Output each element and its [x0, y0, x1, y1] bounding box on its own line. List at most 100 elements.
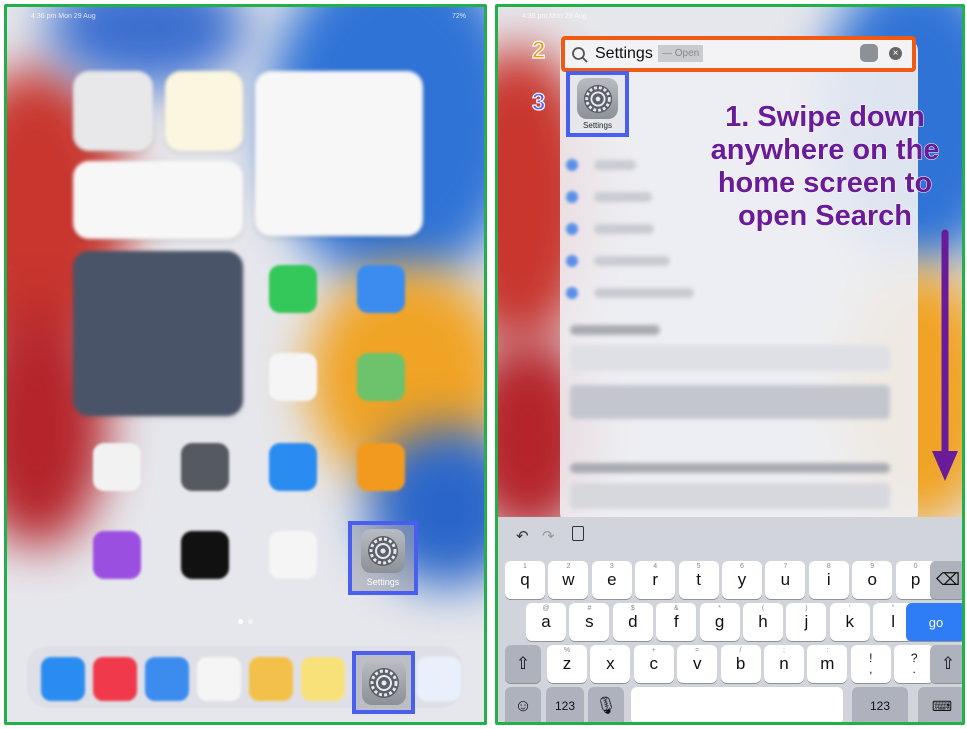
- suggested-websites-header: [570, 463, 890, 473]
- app-library-icon[interactable]: [417, 657, 461, 701]
- notes-app-icon[interactable]: [301, 657, 345, 701]
- status-time: 4:36 pm Mon 29 Aug: [522, 13, 587, 20]
- numbers-key-left[interactable]: 123: [546, 687, 584, 722]
- key-secondary-label: :: [826, 647, 829, 654]
- search-suggestion: — Open: [658, 45, 704, 62]
- key-label: h: [758, 612, 768, 631]
- clear-search-icon[interactable]: ×: [889, 47, 902, 60]
- suggestion-row[interactable]: [594, 288, 694, 298]
- key-2-5[interactable]: * g: [699, 603, 740, 641]
- weather-widget[interactable]: [73, 251, 243, 416]
- key-2-3[interactable]: $ d: [612, 603, 653, 641]
- key-label: u: [780, 570, 791, 589]
- files-app-icon[interactable]: [357, 265, 405, 313]
- knowledge-result[interactable]: [570, 345, 890, 371]
- battery-indicator: 72%: [451, 13, 466, 20]
- key-secondary-label: @: [542, 605, 550, 612]
- go-key[interactable]: go: [906, 603, 962, 641]
- key-label: w: [562, 570, 575, 589]
- website-result[interactable]: [570, 483, 890, 509]
- camera-app-icon[interactable]: [181, 443, 229, 491]
- key-3-9[interactable]: ? .: [894, 645, 935, 683]
- key-3-3[interactable]: + c: [633, 645, 674, 683]
- gear-icon: [368, 536, 398, 566]
- key-1-1[interactable]: 1q: [505, 561, 545, 599]
- dictation-key[interactable]: 🎙︎: [588, 687, 624, 722]
- key-1-5[interactable]: 5t: [678, 561, 719, 599]
- suggestion-row[interactable]: [594, 256, 670, 266]
- calendar-widget[interactable]: [73, 161, 243, 239]
- app-store-icon[interactable]: [269, 443, 317, 491]
- key-3-1[interactable]: % z: [547, 645, 587, 683]
- music-app-icon[interactable]: [93, 657, 137, 701]
- key-3-7[interactable]: :m: [807, 645, 848, 683]
- key-1-7[interactable]: 7u: [765, 561, 806, 599]
- search-field[interactable]: Settings — Open ×: [561, 36, 916, 72]
- key-label: ? .: [910, 651, 918, 676]
- facetime-app-icon[interactable]: [269, 265, 317, 313]
- gear-icon: [369, 668, 399, 698]
- key-1-9[interactable]: 9o: [852, 561, 893, 599]
- shift-right-key[interactable]: ⇧: [930, 645, 962, 683]
- settings-app-icon[interactable]: [361, 529, 405, 573]
- key-1-2[interactable]: 2w: [548, 561, 589, 599]
- key-2-2[interactable]: # s: [569, 603, 610, 641]
- apple-tv-app-icon[interactable]: [181, 531, 229, 579]
- redo-icon[interactable]: ↷: [542, 527, 555, 545]
- suggestion-row[interactable]: [594, 192, 652, 202]
- key-2-4[interactable]: & f: [656, 603, 697, 641]
- photos-app-icon[interactable]: [249, 657, 293, 701]
- shift-left-key[interactable]: ⇧: [505, 645, 541, 683]
- key-secondary-label: 8: [826, 563, 831, 570]
- suggestion-row[interactable]: [594, 160, 636, 170]
- key-secondary-label: 4: [653, 563, 658, 570]
- key-2-8[interactable]: ' k: [829, 603, 870, 641]
- key-3-8[interactable]: ! ,: [850, 645, 891, 683]
- key-label: k: [845, 612, 855, 631]
- suggestion-row[interactable]: [594, 224, 654, 234]
- emoji-key[interactable]: ☺: [505, 687, 541, 722]
- hide-keyboard-key[interactable]: ⌨: [918, 687, 962, 722]
- key-2-6[interactable]: (h: [743, 603, 783, 641]
- notes-widget[interactable]: [165, 71, 243, 151]
- numbers-key-right[interactable]: 123: [852, 687, 908, 722]
- suggestion-icon: [566, 159, 578, 171]
- home-screen-panel: 4:36 pm Mon 29 Aug 72% Settings: [4, 4, 487, 725]
- key-label: l: [891, 612, 896, 631]
- key-label: t: [696, 570, 701, 589]
- clock-widget[interactable]: [73, 71, 153, 151]
- podcasts-app-icon[interactable]: [93, 531, 141, 579]
- news-widget[interactable]: [255, 71, 423, 236]
- mail-app-icon[interactable]: [145, 657, 189, 701]
- key-secondary-label: &: [673, 605, 679, 612]
- maps-app-icon[interactable]: [357, 353, 405, 401]
- undo-icon[interactable]: ↶: [516, 527, 529, 545]
- calendar-app-icon[interactable]: [197, 657, 241, 701]
- home-app-icon[interactable]: [93, 443, 141, 491]
- key-secondary-label: ): [805, 605, 808, 612]
- top-hit-settings-icon[interactable]: [577, 78, 618, 119]
- key-1-8[interactable]: 8i: [808, 561, 849, 599]
- key-1-3[interactable]: 3e: [591, 561, 632, 599]
- key-1-4[interactable]: 4r: [635, 561, 676, 599]
- key-2-1[interactable]: @ a: [526, 603, 566, 641]
- key-1-6[interactable]: 6y: [722, 561, 762, 599]
- reminders-app-icon[interactable]: [269, 353, 317, 401]
- books-app-icon[interactable]: [357, 443, 405, 491]
- key-label: m: [820, 654, 835, 673]
- key-2-7[interactable]: ) j: [786, 603, 827, 641]
- key-3-5[interactable]: / b: [720, 645, 761, 683]
- delete-key[interactable]: ⌫: [930, 561, 962, 599]
- key-secondary-label: (: [761, 605, 765, 612]
- key-3-6[interactable]: ; n: [764, 645, 804, 683]
- space-bar[interactable]: [631, 687, 843, 722]
- dock-settings-app-icon[interactable]: [362, 661, 406, 705]
- news-app-icon[interactable]: [269, 531, 317, 579]
- suggestion-icon: [566, 191, 578, 203]
- paste-icon[interactable]: [572, 526, 584, 541]
- key-3-2[interactable]: -x: [590, 645, 631, 683]
- key-3-4[interactable]: = v: [677, 645, 718, 683]
- safari-app-icon[interactable]: [41, 657, 85, 701]
- key-label: i: [826, 570, 831, 589]
- status-time: 4:36 pm Mon 29 Aug: [31, 13, 96, 20]
